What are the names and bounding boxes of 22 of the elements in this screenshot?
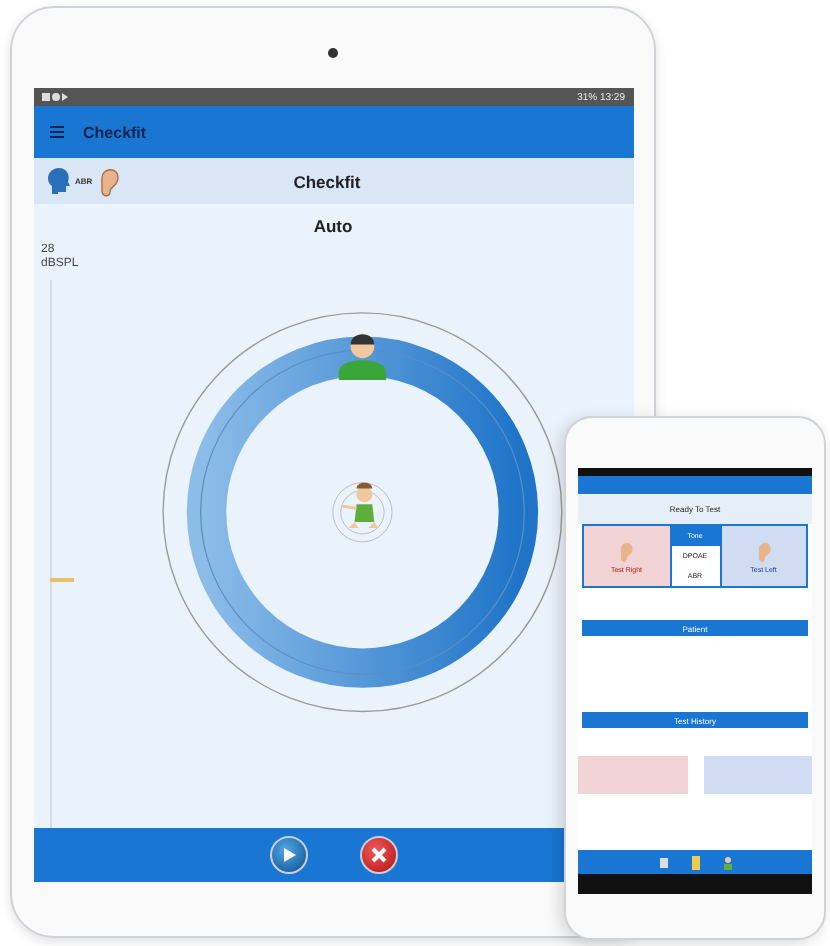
ear-icon: [98, 165, 121, 197]
folder-icon[interactable]: [689, 855, 701, 869]
listener-avatar-icon: [338, 334, 387, 380]
right-result-block: [578, 756, 687, 794]
device-icon[interactable]: [657, 855, 669, 869]
camera-dot: [328, 48, 338, 58]
cancel-button[interactable]: [359, 836, 397, 874]
menu-icon[interactable]: [49, 126, 63, 138]
play-button[interactable]: [269, 836, 307, 874]
play-icon: [279, 846, 297, 864]
person-icon[interactable]: [721, 855, 733, 869]
inner-rings: [332, 482, 393, 543]
head-icon: [45, 166, 69, 196]
left-result-block: [703, 756, 812, 794]
ear-icon: [618, 539, 635, 563]
child-figure-icon: [342, 482, 379, 528]
ear-icon: [755, 539, 772, 563]
notification-icons: [41, 92, 69, 102]
app-title: Checkfit: [83, 123, 147, 141]
header-title: Checkfit: [291, 171, 363, 191]
test-mode-title: Auto: [311, 214, 355, 240]
close-icon: [369, 846, 387, 864]
